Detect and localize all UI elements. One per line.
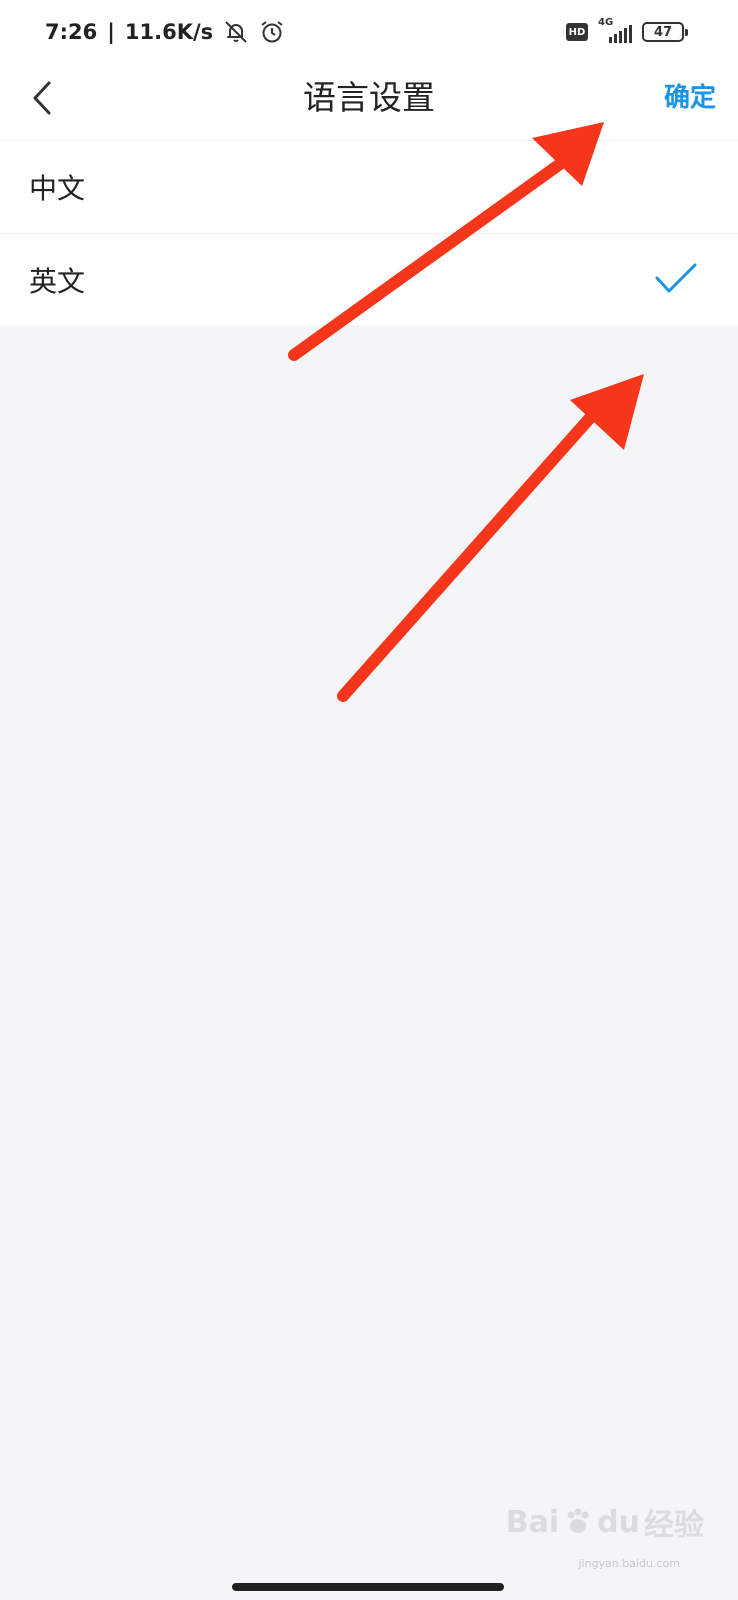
language-item-chinese[interactable]: 中文 bbox=[0, 141, 738, 233]
status-right: HD 4G 47 bbox=[566, 17, 688, 46]
nav-bar: 语言设置 确定 bbox=[0, 64, 738, 141]
hd-badge: HD bbox=[566, 23, 588, 41]
checkmark-icon bbox=[655, 263, 697, 293]
battery-level: 47 bbox=[653, 24, 673, 40]
signal-icon: 4G bbox=[598, 17, 632, 45]
alarm-clock-icon bbox=[261, 21, 283, 43]
battery-icon: 47 bbox=[642, 22, 688, 42]
confirm-button[interactable]: 确定 bbox=[664, 78, 716, 118]
language-label: 英文 bbox=[29, 264, 86, 298]
baidu-watermark: Bai du 经验 bbox=[505, 1504, 704, 1544]
page-title: 语言设置 bbox=[303, 78, 435, 117]
status-separator: | bbox=[107, 20, 115, 44]
status-net-speed: 11.6K/s bbox=[124, 20, 214, 44]
language-label: 中文 bbox=[29, 172, 86, 205]
watermark-url: jingyan.baidu.com bbox=[578, 1557, 680, 1570]
bell-off-icon bbox=[225, 21, 247, 43]
language-item-english[interactable]: 英文 bbox=[0, 233, 738, 325]
arrow-to-checkmark-head bbox=[570, 374, 644, 450]
status-bar: 7:26 | 11.6K/s HD 4G 47 bbox=[0, 0, 738, 64]
language-list: 中文 英文 bbox=[0, 141, 738, 325]
arrow-to-checkmark-shaft bbox=[337, 404, 603, 702]
home-indicator[interactable] bbox=[232, 1583, 504, 1591]
paw-icon bbox=[567, 1508, 589, 1533]
status-time: 7:26 bbox=[45, 20, 98, 44]
status-left: 7:26 | 11.6K/s bbox=[45, 17, 285, 47]
